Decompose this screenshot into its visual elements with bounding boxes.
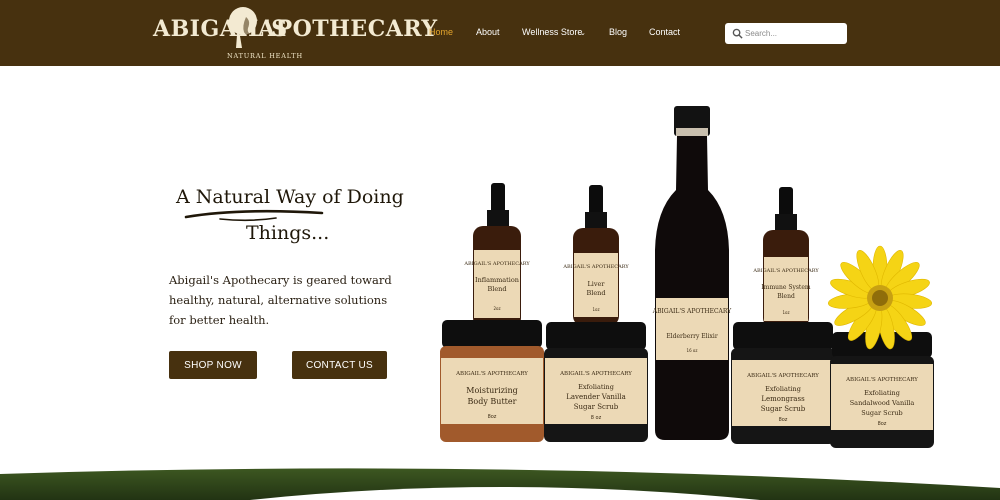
- svg-text:Blend: Blend: [487, 285, 506, 293]
- svg-text:Sugar Scrub: Sugar Scrub: [761, 405, 806, 413]
- svg-text:1oz: 1oz: [592, 307, 599, 312]
- nav-home[interactable]: Home: [429, 27, 453, 37]
- nav-about[interactable]: About: [476, 27, 500, 37]
- svg-text:1oz: 1oz: [782, 310, 789, 315]
- liver-blend-bottle: ABIGAIL'S APOTHECARY Liver Blend 1oz: [562, 185, 629, 326]
- svg-text:8oz: 8oz: [779, 417, 788, 423]
- svg-text:Exfoliating: Exfoliating: [864, 389, 900, 397]
- chevron-down-icon[interactable]: ⌄: [580, 29, 586, 37]
- svg-text:ABIGAIL'S APOTHECARY: ABIGAIL'S APOTHECARY: [845, 377, 918, 383]
- svg-text:Exfoliating: Exfoliating: [578, 383, 614, 391]
- svg-text:8 oz: 8 oz: [591, 415, 602, 421]
- svg-text:ABIGAIL'S APOTHECARY: ABIGAIL'S APOTHECARY: [455, 371, 528, 377]
- svg-text:Blend: Blend: [586, 289, 605, 297]
- svg-text:Lavender Vanilla: Lavender Vanilla: [566, 393, 626, 401]
- nav-contact[interactable]: Contact: [649, 27, 680, 37]
- svg-text:Lemongrass: Lemongrass: [761, 395, 805, 403]
- bottom-grass-divider: [0, 466, 1000, 500]
- svg-text:Inflammation: Inflammation: [475, 276, 519, 284]
- site-logo[interactable]: ABIGAIL'S APOTHECARY NATURAL HEALTH: [150, 6, 437, 62]
- hero-heading-line1: A Natural Way of Doing: [176, 186, 404, 208]
- svg-text:Sandalwood Vanilla: Sandalwood Vanilla: [850, 399, 915, 407]
- svg-text:Elderberry Elixir: Elderberry Elixir: [666, 333, 718, 340]
- nav-wellness-store[interactable]: Wellness Store: [522, 27, 582, 37]
- svg-text:ABIGAIL'S APOTHECARY: ABIGAIL'S APOTHECARY: [559, 371, 632, 377]
- svg-text:Sugar Scrub: Sugar Scrub: [861, 409, 902, 417]
- svg-text:ABIGAIL'S APOTHECARY: ABIGAIL'S APOTHECARY: [746, 373, 819, 379]
- svg-text:Moisturizing: Moisturizing: [466, 386, 517, 395]
- svg-text:ABIGAIL'S APOTHECARY: ABIGAIL'S APOTHECARY: [652, 308, 732, 315]
- svg-text:Exfoliating: Exfoliating: [765, 385, 801, 393]
- svg-text:ABIGAIL'S APOTHECARY: ABIGAIL'S APOTHECARY: [463, 261, 530, 267]
- search-input[interactable]: [745, 25, 843, 42]
- shop-now-button[interactable]: SHOP NOW: [169, 351, 257, 379]
- svg-text:16 oz: 16 oz: [687, 348, 698, 353]
- nav-blog[interactable]: Blog: [609, 27, 627, 37]
- logo-tagline: NATURAL HEALTH: [227, 52, 303, 60]
- body-butter-jar: ABIGAIL'S APOTHECARY Moisturizing Body B…: [440, 320, 544, 442]
- svg-text:Liver: Liver: [587, 280, 605, 288]
- svg-text:Immune System: Immune System: [761, 284, 810, 291]
- sandalwood-vanilla-scrub-jar: ABIGAIL'S APOTHECARY Exfoliating Sandalw…: [830, 332, 934, 448]
- svg-text:8oz: 8oz: [878, 421, 887, 427]
- product-photo: ABIGAIL'S APOTHECARY Inflammation Blend …: [440, 106, 934, 448]
- svg-text:Sugar Scrub: Sugar Scrub: [574, 403, 619, 411]
- hero-heading-line2: Things...: [246, 222, 330, 244]
- immune-system-blend-bottle: ABIGAIL'S APOTHECARY Immune System Blend…: [752, 187, 819, 328]
- search-icon[interactable]: [732, 28, 743, 39]
- hero-lead-text: Abigail's Apothecary is geared toward he…: [169, 273, 392, 327]
- lavender-vanilla-scrub-jar: ABIGAIL'S APOTHECARY Exfoliating Lavende…: [544, 322, 648, 442]
- svg-text:2oz: 2oz: [493, 306, 500, 311]
- svg-text:ABIGAIL'S APOTHECARY: ABIGAIL'S APOTHECARY: [562, 264, 629, 270]
- search-box: [725, 23, 847, 44]
- elderberry-elixir-bottle: ABIGAIL'S APOTHECARY Elderberry Elixir 1…: [652, 106, 732, 440]
- logo-text-right: APOTHECARY: [258, 16, 438, 42]
- inflammation-blend-bottle: ABIGAIL'S APOTHECARY Inflammation Blend …: [463, 183, 530, 328]
- svg-text:ABIGAIL'S APOTHECARY: ABIGAIL'S APOTHECARY: [752, 268, 819, 274]
- contact-us-button[interactable]: CONTACT US: [292, 351, 387, 379]
- svg-text:Blend: Blend: [777, 293, 795, 300]
- site-header: ABIGAIL'S APOTHECARY NATURAL HEALTH Home…: [0, 0, 1000, 66]
- svg-text:Body Butter: Body Butter: [468, 397, 517, 406]
- svg-text:8oz: 8oz: [488, 414, 497, 420]
- lemongrass-scrub-jar: ABIGAIL'S APOTHECARY Exfoliating Lemongr…: [731, 322, 835, 444]
- woman-silhouette-icon: [229, 7, 257, 48]
